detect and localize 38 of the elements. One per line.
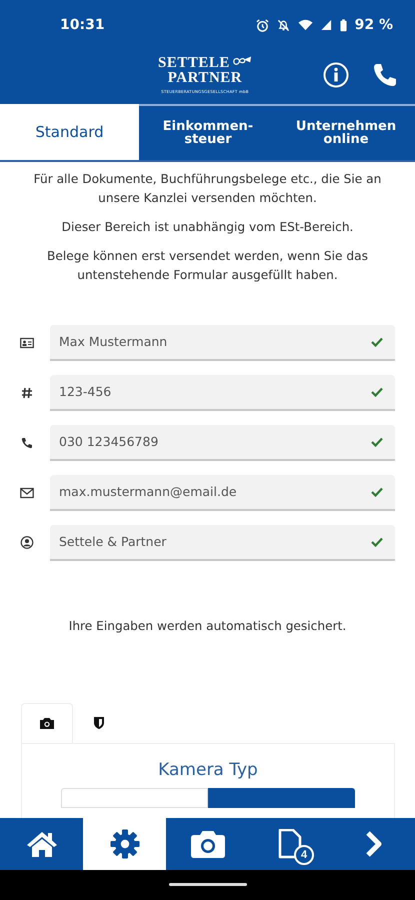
id-card-icon (20, 336, 34, 349)
icon-tab[interactable] (21, 702, 73, 743)
phone-icon (20, 436, 34, 449)
shield-icon (93, 716, 105, 730)
card-title: Kamera Typ (158, 760, 258, 780)
info-paragraph: Belege können erst versendet werden, wenn Sie das untenstehende Formular ausgefüllt haben. (46, 248, 369, 284)
camera-icon (39, 716, 55, 730)
info-paragraph: Dieser Bereich ist unabhängig vom ESt-Bereich. (60, 218, 354, 236)
chevron-right-icon (364, 830, 384, 858)
envelope-icon (20, 486, 34, 499)
info-paragraph: Für alle Dokumente, Buchführungsbelege etc., die Sie an unsere Kanzlei versenden möchten. (32, 170, 382, 207)
user-circle-icon (20, 536, 34, 550)
signal-icon (320, 19, 332, 32)
camera-icon (190, 828, 226, 859)
segment-option[interactable] (208, 788, 355, 808)
alarm-icon (256, 18, 269, 32)
horn-icon (232, 56, 252, 67)
status-time: 10:31 (60, 17, 105, 34)
home-icon (26, 830, 58, 858)
nav-button[interactable] (83, 818, 166, 870)
battery-icon (340, 18, 347, 32)
info-button[interactable] (323, 62, 349, 88)
input-field[interactable]: max.mustermann@email.de (50, 474, 395, 511)
wifi-icon (298, 19, 313, 32)
input-field[interactable]: 123-456 (50, 374, 395, 411)
input-field[interactable]: Max Mustermann (50, 324, 395, 361)
phone-button[interactable] (373, 62, 397, 87)
input-field[interactable]: Settele & Partner (50, 524, 395, 561)
logo-text: SETTELE (158, 56, 230, 71)
battery-percent: 92 % (354, 17, 393, 34)
settings-icon (110, 828, 140, 859)
count-badge: 4 (294, 844, 314, 865)
input-field[interactable]: 030 123456789 (50, 424, 395, 461)
muted-bell-icon (276, 18, 290, 32)
hash-icon (20, 386, 34, 399)
tab[interactable]: Standard (0, 104, 139, 160)
autosave-note: Ihre Eingaben werden automatisch gesichert. (68, 618, 348, 633)
logo-text: PARTNER (168, 70, 242, 86)
